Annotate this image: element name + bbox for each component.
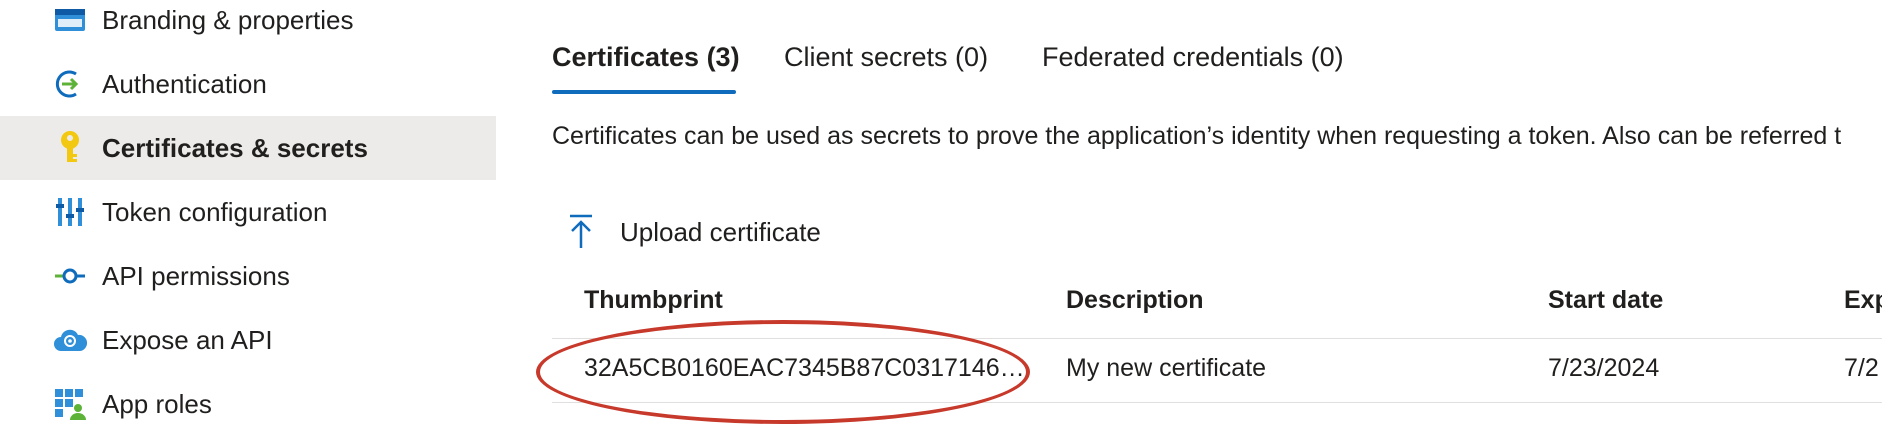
column-header-thumbprint[interactable]: Thumbprint	[584, 286, 723, 315]
cell-thumbprint: 32A5CB0160EAC7345B87C0317146…	[584, 354, 1025, 382]
sidebar-item-authentication[interactable]: Authentication	[0, 52, 496, 116]
authentication-icon	[52, 66, 88, 102]
app-roles-icon	[52, 386, 88, 422]
table-header-divider	[552, 338, 1882, 339]
active-tab-indicator	[552, 90, 736, 94]
sidebar-item-certificates-secrets[interactable]: Certificates & secrets	[0, 116, 496, 180]
token-config-icon	[52, 194, 88, 230]
table-row-divider	[552, 402, 1882, 403]
column-header-start-date[interactable]: Start date	[1548, 286, 1663, 315]
sidebar-item-app-roles[interactable]: App roles	[0, 372, 496, 436]
upload-certificate-label: Upload certificate	[620, 216, 821, 247]
tab-client-secrets[interactable]: Client secrets (0)	[784, 42, 988, 73]
sidebar: Branding & properties Authentication Cer…	[0, 0, 496, 428]
key-icon	[52, 130, 88, 166]
sidebar-item-branding[interactable]: Branding & properties	[0, 0, 496, 52]
branding-icon	[52, 2, 88, 38]
sidebar-item-label: API permissions	[102, 261, 290, 291]
cell-expires: 7/2	[1844, 354, 1879, 382]
cell-description: My new certificate	[1066, 354, 1267, 382]
tab-certificates[interactable]: Certificates (3)	[552, 42, 740, 73]
sidebar-item-label: Authentication	[102, 69, 267, 99]
sidebar-item-label: App roles	[102, 389, 212, 419]
sidebar-item-api-permissions[interactable]: API permissions	[0, 244, 496, 308]
sidebar-item-label: Branding & properties	[102, 5, 354, 35]
section-description: Certificates can be used as secrets to p…	[552, 122, 1842, 150]
sidebar-item-label: Certificates & secrets	[102, 133, 368, 163]
upload-certificate-button[interactable]: Upload certificate	[566, 210, 821, 254]
sidebar-item-label: Expose an API	[102, 325, 273, 355]
column-header-expires[interactable]: Exp	[1844, 286, 1882, 315]
tab-federated-credentials[interactable]: Federated credentials (0)	[1042, 42, 1344, 73]
cloud-icon	[52, 322, 88, 358]
column-header-description[interactable]: Description	[1066, 286, 1204, 315]
cell-start-date: 7/23/2024	[1548, 354, 1660, 382]
sidebar-item-expose-api[interactable]: Expose an API	[0, 308, 496, 372]
sidebar-item-label: Token configuration	[102, 197, 328, 227]
upload-arrow-icon	[566, 213, 596, 251]
api-permissions-icon	[52, 258, 88, 294]
sidebar-item-token-configuration[interactable]: Token configuration	[0, 180, 496, 244]
